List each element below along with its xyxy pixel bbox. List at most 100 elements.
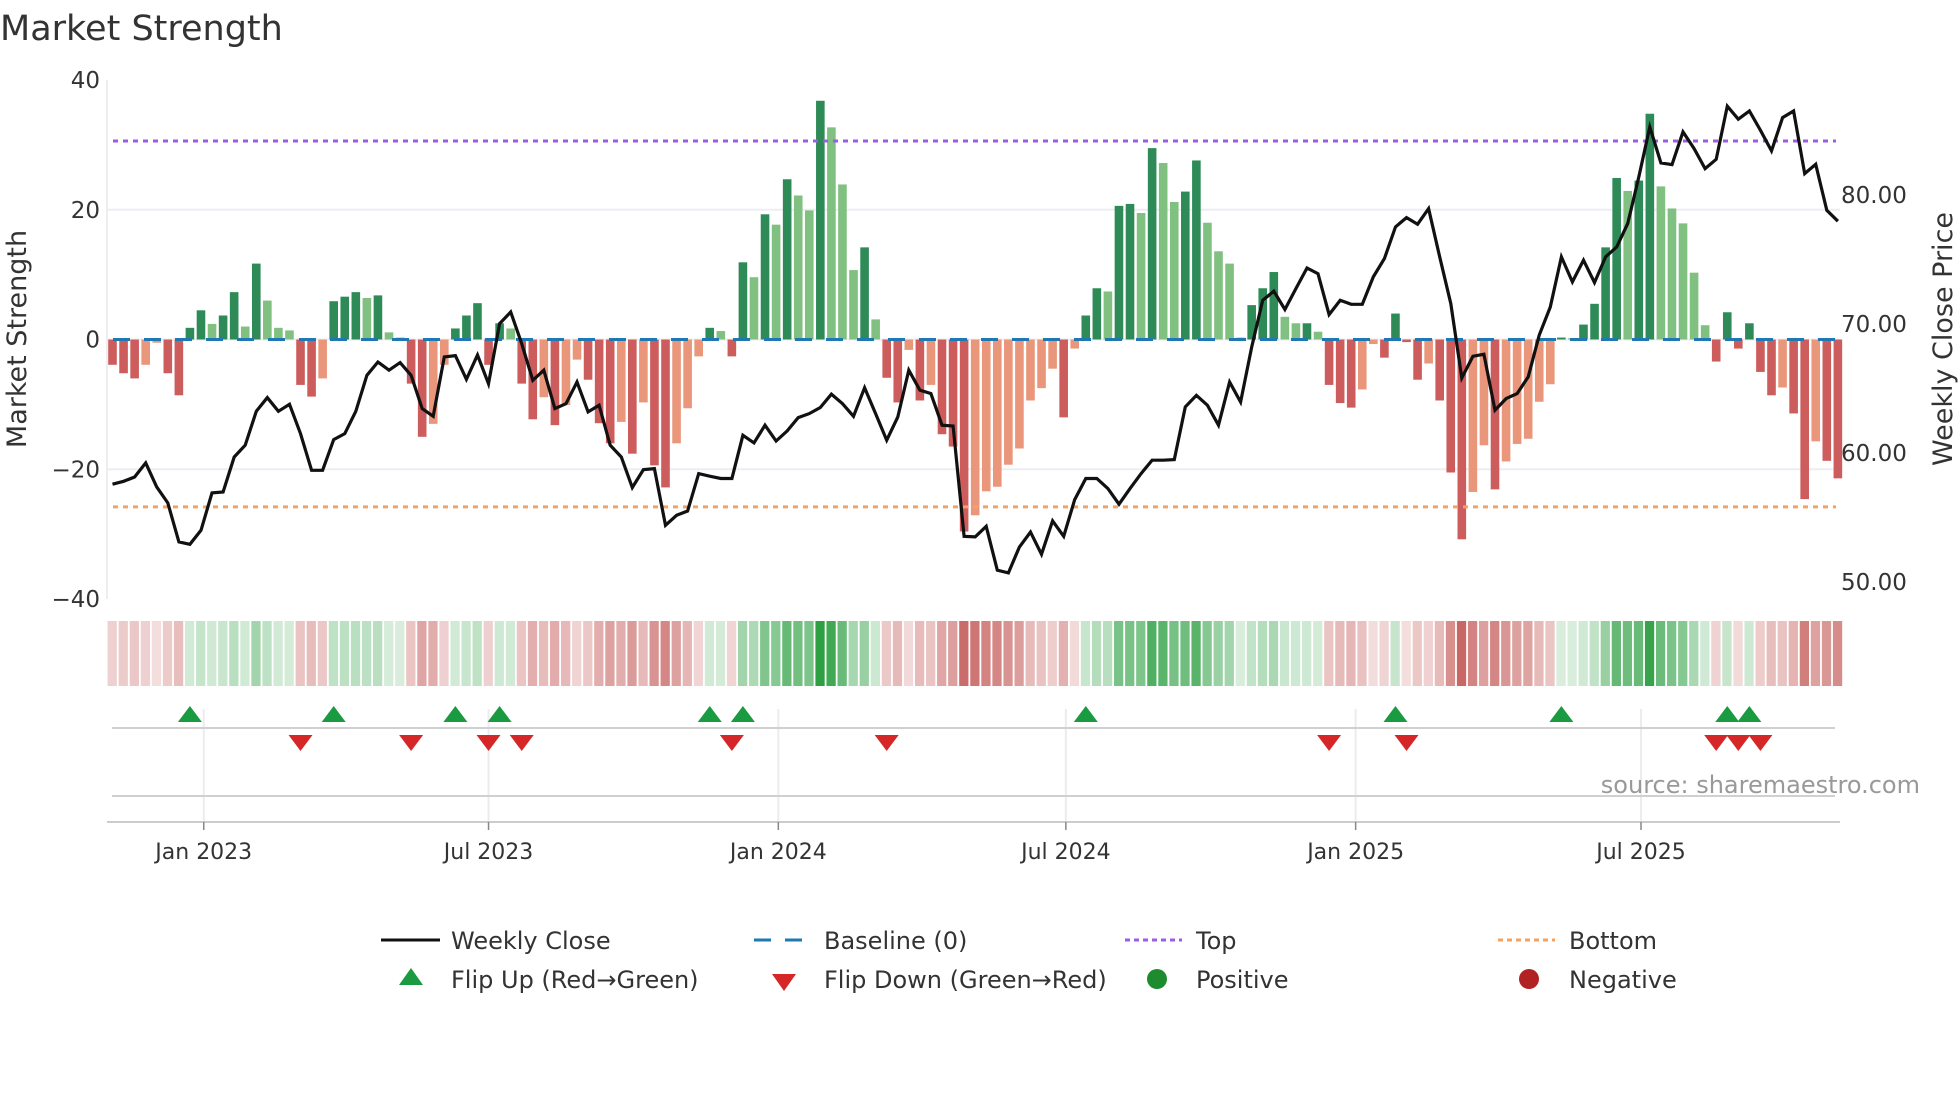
strength-bar <box>1092 288 1102 340</box>
strength-bar <box>705 327 715 340</box>
strength-bar <box>1015 339 1024 449</box>
strength-bar <box>1059 339 1068 418</box>
strength-bar <box>572 339 582 360</box>
strength-bar <box>1004 339 1013 465</box>
heat-cell <box>1445 621 1456 686</box>
heat-cell <box>903 621 914 686</box>
heat-cell <box>693 621 704 686</box>
strength-bar <box>550 339 560 426</box>
heat-cell <box>627 621 637 686</box>
heat-cell <box>417 621 427 686</box>
heat-cell <box>1136 621 1146 686</box>
strength-bar <box>329 301 338 340</box>
heat-cell <box>1600 621 1610 686</box>
heat-cell <box>848 621 858 686</box>
strength-bar <box>373 295 383 340</box>
heat-cell <box>1080 621 1091 686</box>
heat-cell <box>1655 621 1666 686</box>
strength-bar <box>351 292 361 340</box>
heat-cell <box>892 621 903 686</box>
strength-bar <box>1778 339 1787 388</box>
heat-cell <box>361 621 372 686</box>
heat-cell <box>649 621 659 686</box>
x-tick-label: Jul 2024 <box>1019 840 1111 865</box>
x-tick-label: Jan 2024 <box>728 840 827 865</box>
strength-bar <box>1612 177 1621 340</box>
heat-cell <box>937 621 947 686</box>
heat-cell <box>638 621 648 686</box>
heat-cell <box>1633 621 1644 686</box>
heat-cell <box>981 621 991 686</box>
flip-up-marker <box>321 706 346 722</box>
heat-cell <box>1423 621 1433 686</box>
y-tick-label: −40 <box>51 587 100 613</box>
heat-cell <box>196 621 206 686</box>
heat-cell <box>1689 621 1699 686</box>
heat-cell <box>660 621 670 686</box>
heat-cell <box>1799 621 1810 686</box>
heat-cell <box>207 621 217 686</box>
strength-bar <box>1181 191 1190 340</box>
heat-cell <box>737 621 748 686</box>
strength-bar <box>1789 339 1798 414</box>
heat-cell <box>162 621 173 686</box>
heat-cell <box>273 621 283 686</box>
heat-cell <box>804 621 814 686</box>
heat-cell <box>1268 621 1279 686</box>
strength-bar <box>1369 339 1378 345</box>
heat-cell <box>373 621 383 686</box>
heat-cell <box>682 621 692 686</box>
heat-cell <box>1744 621 1754 686</box>
strength-bar <box>1800 339 1809 500</box>
heat-cell <box>1678 621 1688 686</box>
strength-bar <box>849 270 858 340</box>
strength-bar <box>1335 339 1345 404</box>
strength-bar <box>1081 315 1091 340</box>
strength-bar <box>993 339 1002 487</box>
heat-cell <box>494 621 504 686</box>
heat-cell <box>140 621 151 686</box>
heat-cell <box>428 621 438 686</box>
strength-bar <box>263 300 272 340</box>
heat-cell <box>1257 621 1268 686</box>
heat-cell <box>1412 621 1422 686</box>
flip-down-marker <box>1704 735 1729 751</box>
legend-baseline-label: Baseline (0) <box>824 927 967 955</box>
heat-cell <box>129 621 139 686</box>
heat-cell <box>1810 621 1821 686</box>
heat-cell <box>339 621 350 686</box>
strength-bar <box>1136 212 1146 340</box>
heat-cell <box>1125 621 1135 686</box>
strength-bar <box>1346 339 1356 408</box>
strength-bar <box>1811 339 1821 442</box>
heat-cell <box>107 621 117 686</box>
heat-cell <box>826 621 836 686</box>
heat-cell <box>229 621 239 686</box>
strength-bar <box>119 339 128 374</box>
strength-bar <box>1158 163 1168 340</box>
heat-cell <box>505 621 515 686</box>
strength-bar <box>473 303 482 340</box>
x-tick-label: Jul 2023 <box>442 840 534 865</box>
heat-cell <box>914 621 925 686</box>
heat-cell <box>1069 621 1080 686</box>
x-tick-label: Jan 2023 <box>153 840 252 865</box>
strength-bar <box>926 339 936 385</box>
strength-bar <box>251 263 261 340</box>
flip-down-marker <box>1726 735 1751 751</box>
strength-bar <box>727 339 737 357</box>
strength-bar <box>838 184 847 340</box>
strength-bar <box>1711 339 1721 362</box>
heat-cell <box>859 621 869 686</box>
strength-bar <box>1324 339 1334 385</box>
heat-cell <box>1302 621 1312 686</box>
strength-bar <box>1767 339 1776 396</box>
strength-bar <box>1214 251 1223 340</box>
heat-cell <box>671 621 681 686</box>
x-tick-label: Jul 2025 <box>1594 840 1686 865</box>
heat-cell <box>384 621 394 686</box>
strength-bar <box>1037 339 1046 389</box>
flip-down-marker <box>719 735 744 751</box>
strength-bar <box>1546 339 1555 385</box>
strength-bar <box>240 326 250 340</box>
